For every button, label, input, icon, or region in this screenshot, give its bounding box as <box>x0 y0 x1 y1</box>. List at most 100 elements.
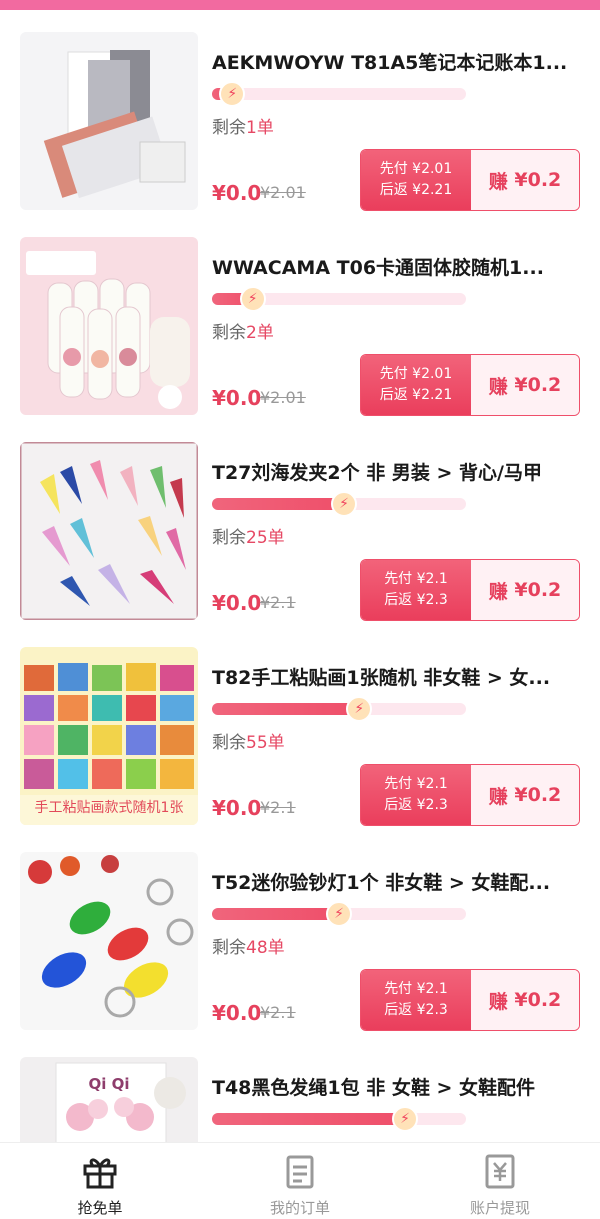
rebate-line: 后返 ¥2.3 <box>384 795 448 816</box>
grab-button[interactable]: 先付 ¥2.1 后返 ¥2.3 赚 ¥0.2 <box>360 559 580 621</box>
original-price: ¥2.01 <box>260 388 306 407</box>
remain-prefix: 剩余 <box>212 733 246 753</box>
earn-label: 赚 <box>488 170 508 193</box>
tab-withdraw[interactable]: 账户提现 <box>400 1143 600 1219</box>
product-title[interactable]: AEKMWOYW T81A5笔记本记账本1... <box>212 48 582 75</box>
pay-line: 先付 ¥2.1 <box>384 774 448 795</box>
earn-label: 赚 <box>488 990 508 1013</box>
grab-button[interactable]: 先付 ¥2.01 后返 ¥2.21 赚 ¥0.2 <box>360 149 580 211</box>
pay-amount: ¥2.1 <box>416 981 448 997</box>
rebate-amount: ¥2.21 <box>412 182 453 198</box>
remaining-count: 剩余48单 <box>212 933 285 958</box>
earn-amount: 赚 ¥0.2 <box>471 355 579 415</box>
thumb-caption: 手工粘贴画款式随机1张 <box>34 800 184 816</box>
product-card[interactable]: AEKMWOYW T81A5笔记本记账本1... ⚡ 剩余1单 ¥0.0 ¥2.… <box>0 10 600 215</box>
pay-label: 先付 <box>379 161 408 177</box>
pay-amount: ¥2.01 <box>412 161 453 177</box>
tab-grab-free[interactable]: 抢免单 <box>0 1143 200 1219</box>
rebate-line: 后返 ¥2.21 <box>380 180 453 201</box>
rebate-amount: ¥2.3 <box>416 592 448 608</box>
remain-suffix: 单 <box>267 528 285 548</box>
original-price: ¥2.1 <box>260 1003 296 1022</box>
remain-prefix: 剩余 <box>212 118 246 138</box>
product-image[interactable]: 手工粘贴画款式随机1张 <box>20 647 198 825</box>
earn-value: ¥0.2 <box>514 989 562 1011</box>
pay-rebate-info: 先付 ¥2.01 后返 ¥2.21 <box>361 150 471 210</box>
pay-line: 先付 ¥2.01 <box>380 364 453 385</box>
tab-my-orders[interactable]: 我的订单 <box>200 1143 400 1219</box>
progress-fill <box>212 908 339 920</box>
grab-button[interactable]: 先付 ¥2.1 后返 ¥2.3 赚 ¥0.2 <box>360 969 580 1031</box>
grab-button[interactable]: 先付 ¥2.01 后返 ¥2.21 赚 ¥0.2 <box>360 354 580 416</box>
earn-label: 赚 <box>488 375 508 398</box>
product-card[interactable]: 手工粘贴画款式随机1张 T82手工粘贴画1张随机 非女鞋 > 女... ⚡ 剩余… <box>0 625 600 830</box>
lightning-icon: ⚡ <box>239 286 266 312</box>
remaining-count: 剩余1单 <box>212 113 274 138</box>
product-title[interactable]: T82手工粘贴画1张随机 非女鞋 > 女... <box>212 663 582 690</box>
current-price: ¥0.0 <box>212 181 262 205</box>
tab-label: 我的订单 <box>269 1199 330 1217</box>
product-list[interactable]: AEKMWOYW T81A5笔记本记账本1... ⚡ 剩余1单 ¥0.0 ¥2.… <box>0 10 600 1142</box>
remain-number: 48 <box>246 938 268 958</box>
pay-label: 先付 <box>379 366 408 382</box>
product-card[interactable]: Qi Qi T48黑色发绳1包 非 女鞋 > 女鞋配件 ⚡ 剩余74单 ¥0.0… <box>0 1035 600 1142</box>
current-price: ¥0.0 <box>212 386 262 410</box>
product-photo-hair-ties <box>20 1057 198 1142</box>
remain-number: 2 <box>246 323 257 343</box>
remain-suffix: 单 <box>267 733 285 753</box>
remain-number: 25 <box>246 528 268 548</box>
product-image[interactable]: Qi Qi <box>20 1057 198 1142</box>
rebate-label: 后返 <box>384 797 413 813</box>
lightning-icon: ⚡ <box>346 696 373 722</box>
progress-fill <box>212 498 345 510</box>
remain-prefix: 剩余 <box>212 938 246 958</box>
product-image[interactable] <box>20 237 198 415</box>
remain-prefix: 剩余 <box>212 323 246 343</box>
remain-number: 55 <box>246 733 268 753</box>
product-title[interactable]: T48黑色发绳1包 非 女鞋 > 女鞋配件 <box>212 1073 582 1100</box>
product-image[interactable] <box>20 442 198 620</box>
earn-value: ¥0.2 <box>514 374 562 396</box>
product-title[interactable]: T27刘海发夹2个 非 男装 > 背心/马甲 <box>212 458 582 485</box>
rebate-label: 后返 <box>384 1002 413 1018</box>
earn-value: ¥0.2 <box>514 169 562 191</box>
pay-amount: ¥2.01 <box>412 366 453 382</box>
earn-amount: 赚 ¥0.2 <box>471 765 579 825</box>
progress-bar: ⚡ <box>212 696 466 722</box>
product-title[interactable]: WWACAMA T06卡通固体胶随机1... <box>212 253 582 280</box>
original-price: ¥2.1 <box>260 798 296 817</box>
rebate-amount: ¥2.21 <box>412 387 453 403</box>
remaining-count: 剩余2单 <box>212 318 274 343</box>
earn-amount: 赚 ¥0.2 <box>471 560 579 620</box>
grab-button[interactable]: 先付 ¥2.1 后返 ¥2.3 赚 ¥0.2 <box>360 764 580 826</box>
rebate-label: 后返 <box>379 182 408 198</box>
remain-suffix: 单 <box>267 938 285 958</box>
pay-label: 先付 <box>384 776 413 792</box>
earn-label: 赚 <box>488 580 508 603</box>
product-photo-glue-sticks <box>20 237 198 415</box>
product-photo-keychain-lights <box>20 852 198 1030</box>
tab-label: 抢免单 <box>77 1199 123 1217</box>
rebate-line: 后返 ¥2.3 <box>384 1000 448 1021</box>
progress-bar: ⚡ <box>212 901 466 927</box>
product-image[interactable] <box>20 852 198 1030</box>
earn-value: ¥0.2 <box>514 784 562 806</box>
pay-rebate-info: 先付 ¥2.01 后返 ¥2.21 <box>361 355 471 415</box>
pay-rebate-info: 先付 ¥2.1 后返 ¥2.3 <box>361 560 471 620</box>
pay-rebate-info: 先付 ¥2.1 后返 ¥2.3 <box>361 970 471 1030</box>
earn-amount: 赚 ¥0.2 <box>471 150 579 210</box>
remaining-count: 剩余25单 <box>212 523 285 548</box>
earn-label: 赚 <box>488 785 508 808</box>
bottom-tab-bar: 抢免单 我的订单 账户提现 <box>0 1142 600 1219</box>
rebate-label: 后返 <box>379 387 408 403</box>
earn-value: ¥0.2 <box>514 579 562 601</box>
rebate-amount: ¥2.3 <box>416 797 448 813</box>
product-card[interactable]: T52迷你验钞灯1个 非女鞋 > 女鞋配... ⚡ 剩余48单 ¥0.0 ¥2.… <box>0 830 600 1035</box>
product-card[interactable]: T27刘海发夹2个 非 男装 > 背心/马甲 ⚡ 剩余25单 ¥0.0 ¥2.1… <box>0 420 600 625</box>
rebate-label: 后返 <box>384 592 413 608</box>
remain-prefix: 剩余 <box>212 528 246 548</box>
product-image[interactable] <box>20 32 198 210</box>
product-title[interactable]: T52迷你验钞灯1个 非女鞋 > 女鞋配... <box>212 868 582 895</box>
product-card[interactable]: WWACAMA T06卡通固体胶随机1... ⚡ 剩余2单 ¥0.0 ¥2.01… <box>0 215 600 420</box>
progress-bar: ⚡ <box>212 1106 466 1132</box>
